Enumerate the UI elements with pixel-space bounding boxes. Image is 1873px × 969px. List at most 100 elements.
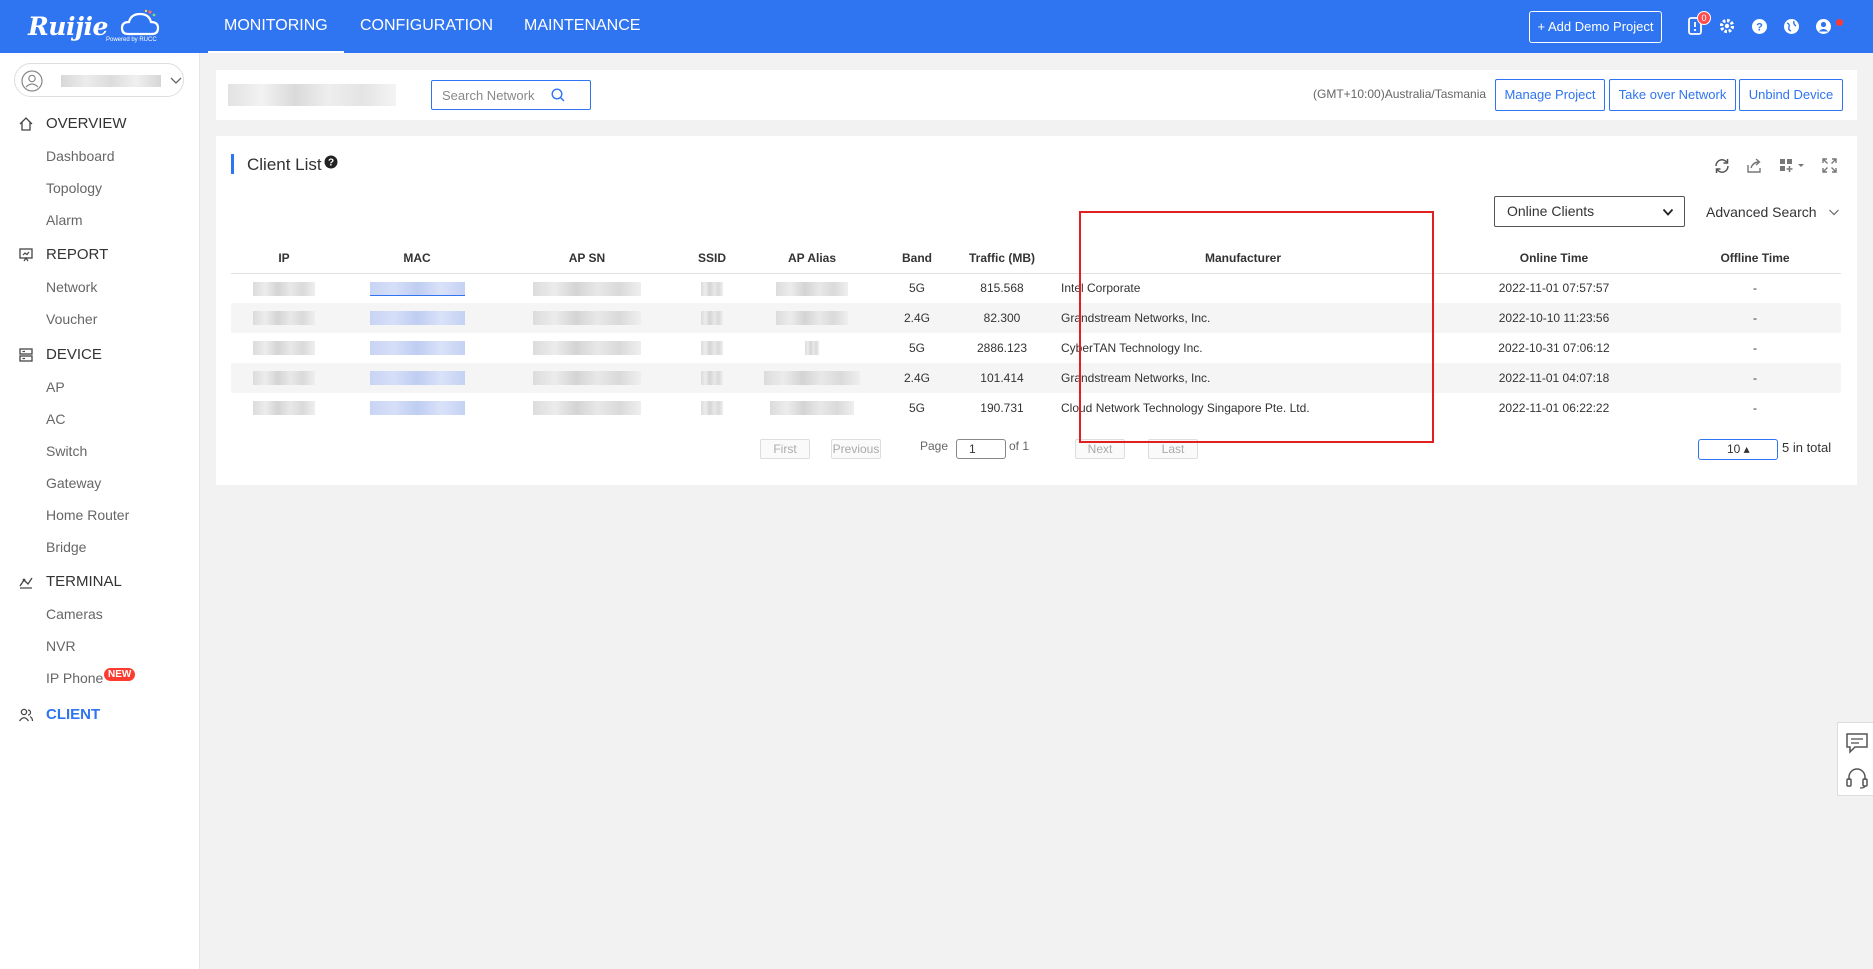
- tab-monitoring[interactable]: MONITORING: [208, 0, 344, 53]
- table-row: 5G 2886.123 CyberTAN Technology Inc. 202…: [231, 333, 1841, 363]
- sidebar-item-voucher[interactable]: Voucher: [46, 311, 97, 327]
- sidebar-item-label: IP Phone: [46, 670, 104, 686]
- sidebar-section-device[interactable]: DEVICE: [0, 344, 200, 366]
- cloud-logo-icon: [120, 9, 160, 36]
- sidebar-item-cameras[interactable]: Cameras: [46, 606, 103, 622]
- column-settings-icon[interactable]: [1779, 157, 1807, 175]
- sidebar-section-client[interactable]: CLIENT: [0, 704, 200, 726]
- manufacturer-highlight-box: [1079, 211, 1434, 443]
- sidebar-item-nvr[interactable]: NVR: [46, 638, 76, 654]
- traffic-cell: 815.568: [980, 281, 1024, 296]
- column-header-online-time[interactable]: Online Time: [1439, 243, 1669, 274]
- mac-link-redacted[interactable]: [337, 303, 497, 333]
- mac-link-redacted[interactable]: [337, 363, 497, 393]
- refresh-icon[interactable]: [1713, 157, 1731, 175]
- online-time-cell: 2022-11-01 06:22:22: [1498, 401, 1610, 415]
- ap-sn-cell-redacted[interactable]: [497, 333, 677, 363]
- manage-project-button[interactable]: Manage Project: [1495, 79, 1605, 111]
- user-account-icon[interactable]: [1812, 15, 1834, 37]
- column-header-ap-sn[interactable]: AP SN: [497, 243, 677, 274]
- sidebar-section-overview[interactable]: OVERVIEW: [0, 113, 200, 135]
- page-count-label: of 1: [1009, 439, 1030, 453]
- page-number-input[interactable]: 1: [956, 439, 1006, 459]
- ap-sn-cell-redacted[interactable]: [497, 393, 677, 423]
- tab-maintenance[interactable]: MAINTENANCE: [508, 0, 656, 53]
- search-input[interactable]: [432, 81, 552, 109]
- advanced-search-toggle[interactable]: Advanced Search: [1706, 204, 1839, 220]
- globe-icon[interactable]: [1780, 15, 1802, 37]
- sidebar-section-label: REPORT: [46, 246, 109, 263]
- network-name-redacted: [228, 84, 396, 106]
- client-list-panel: Client List ? Online Clients Advanced Se…: [216, 136, 1857, 485]
- first-page-button[interactable]: First: [760, 439, 810, 459]
- tab-configuration[interactable]: CONFIGURATION: [344, 0, 509, 53]
- sidebar-item-dashboard[interactable]: Dashboard: [46, 148, 115, 164]
- sidebar-section-label: DEVICE: [46, 346, 102, 363]
- ip-cell-redacted: [231, 363, 337, 393]
- logo-text: Ruijie: [28, 12, 108, 41]
- add-demo-project-button[interactable]: + Add Demo Project: [1529, 11, 1662, 43]
- ap-sn-cell-redacted[interactable]: [497, 363, 677, 393]
- avatar-icon: [21, 70, 43, 92]
- search-icon[interactable]: [550, 87, 566, 103]
- offline-time-cell: -: [1753, 401, 1757, 415]
- ssid-cell-redacted: [677, 333, 747, 363]
- ap-alias-cell-redacted: [747, 273, 877, 303]
- client-filter-select[interactable]: Online Clients: [1494, 196, 1685, 227]
- user-selector[interactable]: [14, 63, 184, 97]
- notification-count-badge: 0: [1697, 11, 1711, 25]
- total-count: 5 in total: [1782, 440, 1832, 455]
- chat-icon[interactable]: [1844, 731, 1870, 755]
- offline-time-cell: -: [1669, 303, 1841, 333]
- help-icon[interactable]: ?: [1748, 15, 1770, 37]
- question-circle-icon[interactable]: ?: [324, 155, 338, 169]
- ap-sn-cell-redacted[interactable]: [497, 303, 677, 333]
- column-header-ip[interactable]: IP: [231, 243, 337, 274]
- ruijie-logo[interactable]: Ruijie Powered by RUCC: [28, 8, 160, 44]
- traffic-cell: 101.414: [957, 363, 1047, 393]
- network-header: (GMT+10:00)Australia/Tasmania Manage Pro…: [216, 70, 1857, 120]
- sidebar-item-ac[interactable]: AC: [46, 411, 65, 427]
- ap-sn-cell-redacted[interactable]: [497, 273, 677, 303]
- report-icon: [19, 248, 33, 262]
- column-header-traffic[interactable]: Traffic (MB): [957, 243, 1047, 274]
- column-header-mac[interactable]: MAC: [337, 243, 497, 274]
- mac-link-redacted[interactable]: [337, 393, 497, 423]
- sidebar-item-topology[interactable]: Topology: [46, 180, 102, 196]
- unbind-device-button[interactable]: Unbind Device: [1739, 79, 1843, 111]
- chevron-down-icon: [1829, 209, 1839, 216]
- page-size-select[interactable]: 10 ▴: [1698, 439, 1778, 460]
- ap-alias-cell-redacted: [747, 333, 877, 363]
- column-header-ssid[interactable]: SSID: [677, 243, 747, 274]
- gear-icon[interactable]: [1716, 15, 1738, 37]
- sidebar-section-report[interactable]: REPORT: [0, 244, 200, 266]
- mac-link-redacted[interactable]: [337, 333, 497, 363]
- search-network-box[interactable]: [431, 80, 591, 110]
- column-header-offline-time[interactable]: Offline Time: [1669, 243, 1841, 274]
- band-cell: 2.4G: [877, 363, 957, 393]
- ap-alias-cell-redacted: [747, 393, 877, 423]
- sidebar-item-switch[interactable]: Switch: [46, 443, 87, 459]
- previous-page-button[interactable]: Previous: [831, 439, 881, 459]
- sidebar-item-alarm[interactable]: Alarm: [46, 212, 83, 228]
- sidebar-item-ip-phone[interactable]: IP Phone NEW: [46, 668, 136, 686]
- mac-link-redacted[interactable]: [337, 273, 497, 303]
- band-cell: 5G: [908, 281, 925, 296]
- home-icon: [19, 117, 33, 131]
- sidebar-item-home-router[interactable]: Home Router: [46, 507, 129, 523]
- column-header-band[interactable]: Band: [877, 243, 957, 274]
- sidebar-section-terminal[interactable]: TERMINAL: [0, 571, 200, 593]
- ssid-cell-redacted: [677, 303, 747, 333]
- take-over-network-button[interactable]: Take over Network: [1609, 79, 1736, 111]
- sidebar-item-network[interactable]: Network: [46, 279, 97, 295]
- sidebar-item-gateway[interactable]: Gateway: [46, 475, 101, 491]
- device-icon: [19, 348, 33, 362]
- export-icon[interactable]: [1745, 157, 1763, 175]
- client-table: IP MAC AP SN SSID AP Alias Band Traffic …: [231, 243, 1841, 423]
- sidebar-item-bridge[interactable]: Bridge: [46, 539, 86, 555]
- ssid-cell-redacted: [677, 393, 747, 423]
- sidebar-item-ap[interactable]: AP: [46, 379, 65, 395]
- fullscreen-icon[interactable]: [1821, 157, 1838, 174]
- column-header-ap-alias[interactable]: AP Alias: [747, 243, 877, 274]
- headset-support-icon[interactable]: [1844, 766, 1870, 790]
